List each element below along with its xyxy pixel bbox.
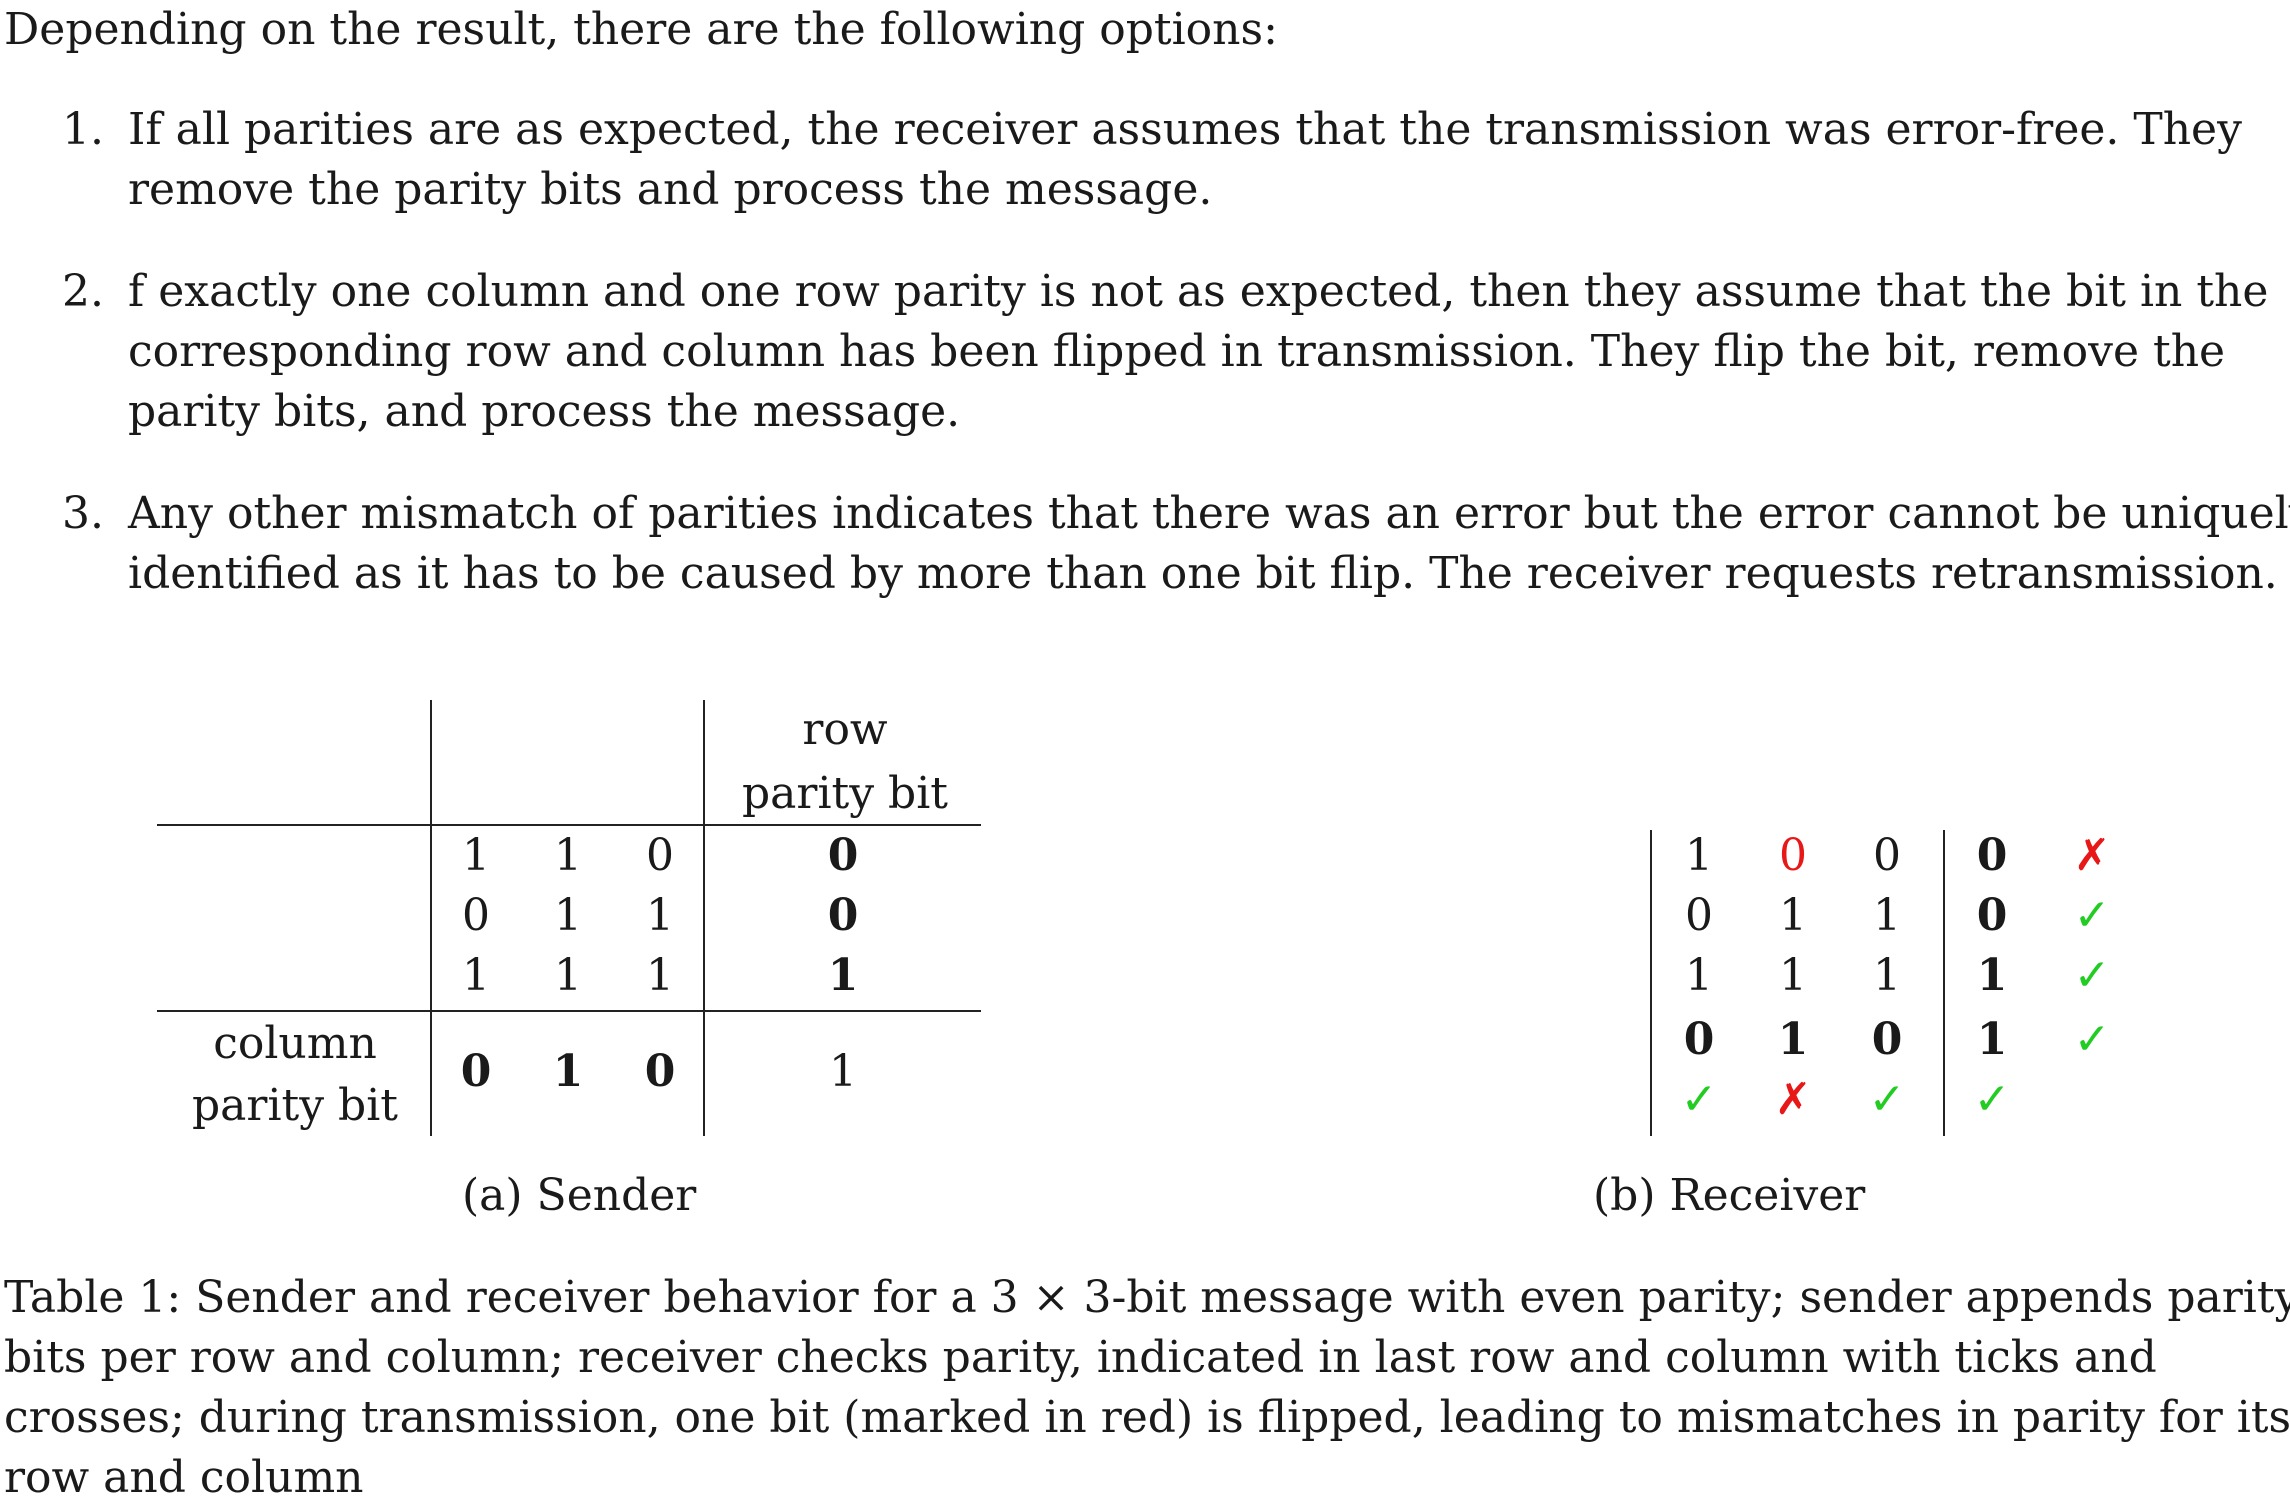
column-parity-bit: 0 [460, 1046, 492, 1097]
received-row-parity: 0 [1976, 890, 2008, 941]
table-rule [430, 700, 432, 1136]
check-mark-icon: ✓ [2073, 950, 2111, 1001]
check-mark-icon: ✓ [1973, 1074, 2011, 1125]
received-row-parity: 1 [1976, 950, 2008, 1001]
option-text-line: Any other mismatch of parities indicates… [128, 488, 2290, 539]
sender-bit: 1 [554, 950, 582, 1001]
option-text-line: If all parities are as expected, the rec… [128, 104, 2242, 155]
corner-parity-bit: 1 [829, 1046, 857, 1097]
option-text-line: identified as it has to be caused by mor… [128, 548, 2278, 599]
column-parity-label: column [213, 1018, 377, 1069]
row-parity-header: parity bit [742, 768, 948, 819]
sender-subcaption: (a) Sender [462, 1170, 697, 1221]
received-column-parity: 1 [1777, 1014, 1809, 1065]
option-number: 3. [62, 488, 104, 539]
sender-bit: 1 [462, 950, 490, 1001]
sender-bit: 0 [462, 890, 490, 941]
receiver-bit: 0 [1685, 890, 1713, 941]
receiver-bit: 1 [1685, 830, 1713, 881]
option-number: 1. [62, 104, 104, 155]
check-mark-icon: ✓ [2073, 1014, 2111, 1065]
receiver-bit: 1 [1685, 950, 1713, 1001]
sender-bit: 1 [554, 890, 582, 941]
sender-bit: 1 [646, 950, 674, 1001]
option-text-line: remove the parity bits and process the m… [128, 164, 1213, 215]
sender-bit: 1 [554, 830, 582, 881]
received-row-parity: 0 [1976, 830, 2008, 881]
row-parity-bit: 0 [827, 890, 859, 941]
row-parity-bit: 0 [827, 830, 859, 881]
option-text-line: parity bits, and process the message. [128, 386, 961, 437]
receiver-bit: 1 [1873, 890, 1901, 941]
row-parity-bit: 1 [827, 950, 859, 1001]
caption-line: bits per row and column; receiver checks… [4, 1332, 2157, 1383]
paper-page: Depending on the result, there are the f… [0, 0, 2290, 1503]
sender-bit: 1 [646, 890, 674, 941]
flipped-bit: 0 [1779, 830, 1807, 881]
option-text-line: f exactly one column and one row parity … [128, 266, 2269, 317]
received-column-parity: 0 [1683, 1014, 1715, 1065]
table-rule [157, 1010, 981, 1012]
column-parity-bit: 1 [552, 1046, 584, 1097]
receiver-subcaption: (b) Receiver [1593, 1170, 1866, 1221]
table-rule [1943, 830, 1945, 1136]
receiver-bit: 1 [1873, 950, 1901, 1001]
received-column-parity: 0 [1871, 1014, 1903, 1065]
table-rule [703, 700, 705, 1136]
receiver-bit: 1 [1779, 950, 1807, 1001]
caption-line: Table 1: Sender and receiver behavior fo… [4, 1272, 2290, 1323]
received-corner-parity: 1 [1976, 1014, 2008, 1065]
table-rule [1650, 830, 1652, 1136]
option-text-line: corresponding row and column has been fl… [128, 326, 2226, 377]
intro-paragraph: Depending on the result, there are the f… [4, 4, 1278, 55]
cross-mark-icon: ✗ [1774, 1074, 1812, 1125]
caption-line: crosses; during transmission, one bit (m… [4, 1392, 2290, 1443]
cross-mark-icon: ✗ [2073, 830, 2111, 881]
check-mark-icon: ✓ [2073, 890, 2111, 941]
sender-bit: 1 [462, 830, 490, 881]
receiver-bit: 1 [1779, 890, 1807, 941]
column-parity-bit: 0 [644, 1046, 676, 1097]
option-number: 2. [62, 266, 104, 317]
caption-line: row and column [4, 1452, 364, 1503]
column-parity-label: parity bit [192, 1080, 398, 1131]
check-mark-icon: ✓ [1868, 1074, 1906, 1125]
row-parity-header: row [802, 704, 888, 755]
table-rule [157, 824, 981, 826]
sender-bit: 0 [646, 830, 674, 881]
receiver-bit: 0 [1873, 830, 1901, 881]
check-mark-icon: ✓ [1680, 1074, 1718, 1125]
